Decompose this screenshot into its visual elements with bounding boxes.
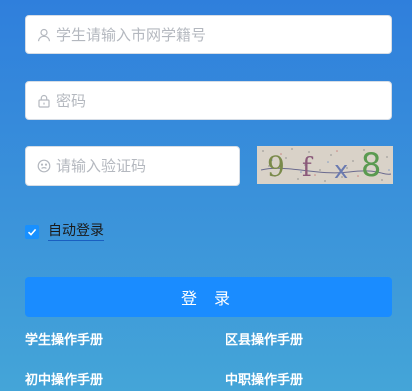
captcha-field[interactable] bbox=[25, 146, 240, 186]
password-input[interactable] bbox=[56, 82, 391, 119]
lock-icon bbox=[37, 94, 51, 108]
district-manual-link[interactable]: 区县操作手册 bbox=[225, 329, 303, 348]
login-button[interactable]: 登 录 bbox=[25, 277, 392, 317]
captcha-image[interactable]: 9 f x 8 bbox=[257, 146, 393, 184]
username-field[interactable] bbox=[25, 15, 392, 54]
auto-login-checkbox[interactable]: 自动登录 bbox=[25, 222, 104, 241]
svg-text:9: 9 bbox=[267, 150, 285, 183]
password-field[interactable] bbox=[25, 81, 392, 120]
captcha-graphic: 9 f x 8 bbox=[257, 146, 393, 184]
student-manual-link[interactable]: 学生操作手册 bbox=[25, 329, 103, 348]
vocational-manual-link[interactable]: 中职操作手册 bbox=[225, 369, 303, 388]
svg-text:x: x bbox=[334, 156, 348, 184]
smile-icon bbox=[37, 159, 51, 173]
username-input[interactable] bbox=[56, 16, 391, 53]
auto-login-label[interactable]: 自动登录 bbox=[48, 222, 104, 241]
svg-text:8: 8 bbox=[361, 146, 381, 184]
junior-manual-link[interactable]: 初中操作手册 bbox=[25, 369, 103, 388]
check-icon[interactable] bbox=[25, 224, 39, 239]
user-icon bbox=[37, 28, 51, 42]
captcha-input[interactable] bbox=[56, 147, 239, 185]
